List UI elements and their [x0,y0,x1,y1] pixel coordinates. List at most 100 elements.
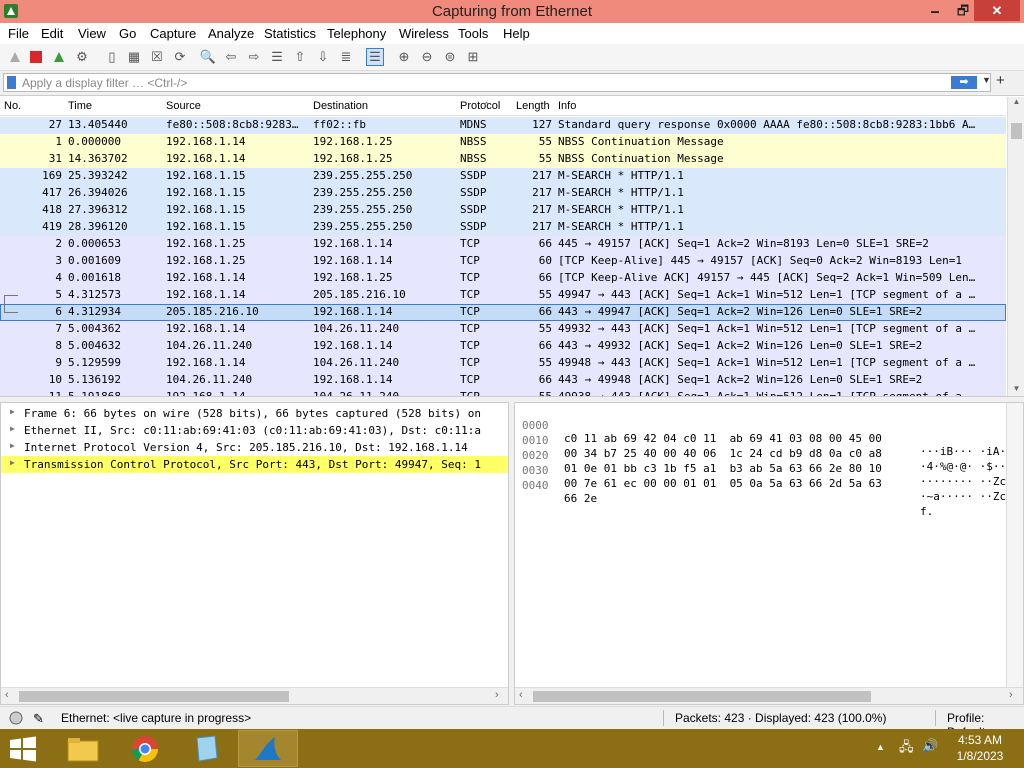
bytes-row[interactable]: 0020 01 0e 01 bb c3 1b f5 a1 b3 ab 5a 63… [515,436,1023,488]
find-packet-icon[interactable]: 🔍 [199,48,217,66]
scrollbar-thumb[interactable] [533,691,871,702]
menu-telephony[interactable]: Telephony [327,26,386,41]
packet-row[interactable]: 6 4.312934 205.185.216.10 192.168.1.14 TCP 66… [0,304,1006,321]
scrollbar-thumb[interactable] [19,691,289,702]
bookmark-icon[interactable] [7,76,16,89]
windows-start-icon[interactable] [8,736,38,762]
capture-options-icon[interactable]: ⚙ [73,48,91,66]
packet-list-scrollbar[interactable]: ▲ ▼ [1007,97,1024,396]
detail-row-frame[interactable]: ▶ Frame 6: 66 bytes on wire (528 bits), … [1,405,508,422]
capture-comment-icon[interactable]: ✎ [33,711,44,727]
column-header-time[interactable]: Time [68,100,92,112]
packet-row[interactable]: 169 25.393242 192.168.1.15 239.255.255.250 S… [0,168,1006,185]
menu-wireless[interactable]: Wireless [399,26,449,41]
scroll-left-icon[interactable]: ‹ [5,689,9,701]
bytes-row[interactable]: 0010 00 34 b7 25 40 00 40 06 1c 24 cd b9… [515,421,1023,473]
details-horizontal-scrollbar[interactable]: ‹ › [1,687,508,704]
resize-columns-icon[interactable]: ⊞ [464,48,482,66]
packet-row[interactable]: 3 0.001609 192.168.1.25 192.168.1.14 TCP 60 [T… [0,253,1006,270]
packet-row[interactable]: 419 28.396120 192.168.1.15 239.255.255.250 S… [0,219,1006,236]
menu-statistics[interactable]: Statistics [264,26,316,41]
normal-size-icon[interactable]: ⊜ [441,48,459,66]
detail-row-tcp[interactable]: ▶ Transmission Control Protocol, Src Por… [1,456,508,473]
packet-row[interactable]: 9 5.129599 192.168.1.14 104.26.11.240 TCP 55 4… [0,355,1006,372]
start-capture-icon[interactable] [6,48,24,66]
network-icon[interactable]: 🖧 [899,738,914,760]
packet-row[interactable]: 27 13.405440 fe80::508:8cb8:9283… ff02::fb M… [0,117,1006,134]
packet-row[interactable]: 417 26.394026 192.168.1.15 239.255.255.250 S… [0,185,1006,202]
menu-help[interactable]: Help [503,26,530,41]
display-filter-input[interactable] [22,75,922,90]
reload-file-icon[interactable]: ⟳ [171,48,189,66]
bytes-horizontal-scrollbar[interactable]: ‹ › [515,687,1023,704]
scroll-up-icon[interactable]: ▲ [1008,97,1024,106]
column-header-destination[interactable]: Destination [313,100,368,112]
volume-icon[interactable]: 🔊 [922,738,938,754]
open-file-icon[interactable]: ▯ [103,48,121,66]
column-header-source[interactable]: Source [166,100,201,112]
restart-capture-icon[interactable] [50,48,68,66]
bytes-vertical-scrollbar[interactable] [1006,403,1023,689]
packet-row[interactable]: 8 5.004632 104.26.11.240 192.168.1.14 TCP 66 4… [0,338,1006,355]
expand-arrow-icon[interactable]: ▶ [10,458,15,467]
system-clock[interactable]: 4:53 AM 1/8/2023 [950,732,1010,764]
file-explorer-task[interactable] [53,730,113,767]
packet-row[interactable]: 2 0.000653 192.168.1.25 192.168.1.14 TCP 66 44… [0,236,1006,253]
column-header-no[interactable]: No. [4,100,21,112]
maximize-button[interactable]: 🗗 [949,0,977,21]
packet-row[interactable]: 10 5.136192 104.26.11.240 192.168.1.14 TCP 66… [0,372,1006,389]
expand-arrow-icon[interactable]: ▶ [10,424,15,433]
scroll-down-icon[interactable]: ▼ [1008,384,1024,393]
scroll-right-icon[interactable]: › [1009,689,1013,701]
column-header-info[interactable]: Info [558,100,576,112]
packet-row[interactable]: 31 14.363702 192.168.1.14 192.168.1.25 NBSS 5… [0,151,1006,168]
auto-scroll-icon[interactable]: ≣ [337,48,355,66]
minimize-button[interactable]: 🗕 [921,0,949,21]
detail-row-ethernet[interactable]: ▶ Ethernet II, Src: c0:11:ab:69:41:03 (c… [1,422,508,439]
detail-row-ipv4[interactable]: ▶ Internet Protocol Version 4, Src: 205.… [1,439,508,456]
menu-analyze[interactable]: Analyze [208,26,254,41]
menu-edit[interactable]: Edit [41,26,63,41]
zoom-in-icon[interactable]: ⊕ [395,48,413,66]
save-file-icon[interactable]: ▦ [125,48,143,66]
notes-app-task[interactable] [176,730,236,767]
menu-go[interactable]: Go [119,26,136,41]
expand-arrow-icon[interactable]: ▶ [10,441,15,450]
show-hidden-icons-icon[interactable]: ▲ [876,742,885,752]
chrome-task[interactable] [115,730,175,767]
apply-filter-button[interactable]: ➡ [951,76,977,89]
packet-row[interactable]: 4 0.001618 192.168.1.14 192.168.1.25 TCP 66 [T… [0,270,1006,287]
bytes-row[interactable]: 0000 c0 11 ab 69 42 04 c0 11 ab 69 41 03… [515,406,1023,458]
zoom-out-icon[interactable]: ⊖ [418,48,436,66]
wireshark-task[interactable] [238,730,298,767]
colorize-icon[interactable]: ☰ [366,48,384,66]
column-header-length[interactable]: Length [516,100,550,112]
go-first-packet-icon[interactable]: ⇧ [291,48,309,66]
go-to-packet-icon[interactable]: ☰ [268,48,286,66]
packet-row[interactable]: 5 4.312573 192.168.1.14 205.185.216.10 TCP 55… [0,287,1006,312]
menu-view[interactable]: View [78,26,106,41]
go-last-packet-icon[interactable]: ⇩ [314,48,332,66]
menu-capture[interactable]: Capture [150,26,196,41]
menu-tools[interactable]: Tools [458,26,488,41]
expert-info-icon[interactable] [9,711,23,725]
bytes-row[interactable]: 0040 66 2e f. [515,466,1010,518]
go-back-icon[interactable]: ⇦ [222,48,240,66]
packet-row[interactable]: 418 27.396312 192.168.1.15 239.255.255.250 S… [0,202,1006,219]
menu-file[interactable]: File [8,26,29,41]
go-forward-icon[interactable]: ⇨ [245,48,263,66]
filter-history-dropdown-icon[interactable]: ▼ [982,75,991,85]
close-button[interactable]: ✕ [974,0,1020,21]
packet-row[interactable]: 1 0.000000 192.168.1.14 192.168.1.25 NBSS 55 N… [0,134,1006,151]
packet-row[interactable]: 11 5.191868 192.168.1.14 104.26.11.240 TCP 55… [0,389,1006,396]
scrollbar-thumb[interactable] [1011,123,1022,139]
scroll-right-icon[interactable]: › [495,689,499,701]
expand-arrow-icon[interactable]: ▶ [10,407,15,416]
stop-capture-icon[interactable] [27,48,45,66]
column-header-protocol[interactable]: Protocol [460,100,500,112]
add-filter-button[interactable]: + [996,73,1005,89]
bytes-row[interactable]: 0030 00 7e 61 ec 00 00 01 01 05 0a 5a 63… [515,451,1023,503]
close-file-icon[interactable]: ☒ [148,48,166,66]
scroll-left-icon[interactable]: ‹ [519,689,523,701]
packet-row[interactable]: 7 5.004362 192.168.1.14 104.26.11.240 TCP 55 4… [0,321,1006,338]
